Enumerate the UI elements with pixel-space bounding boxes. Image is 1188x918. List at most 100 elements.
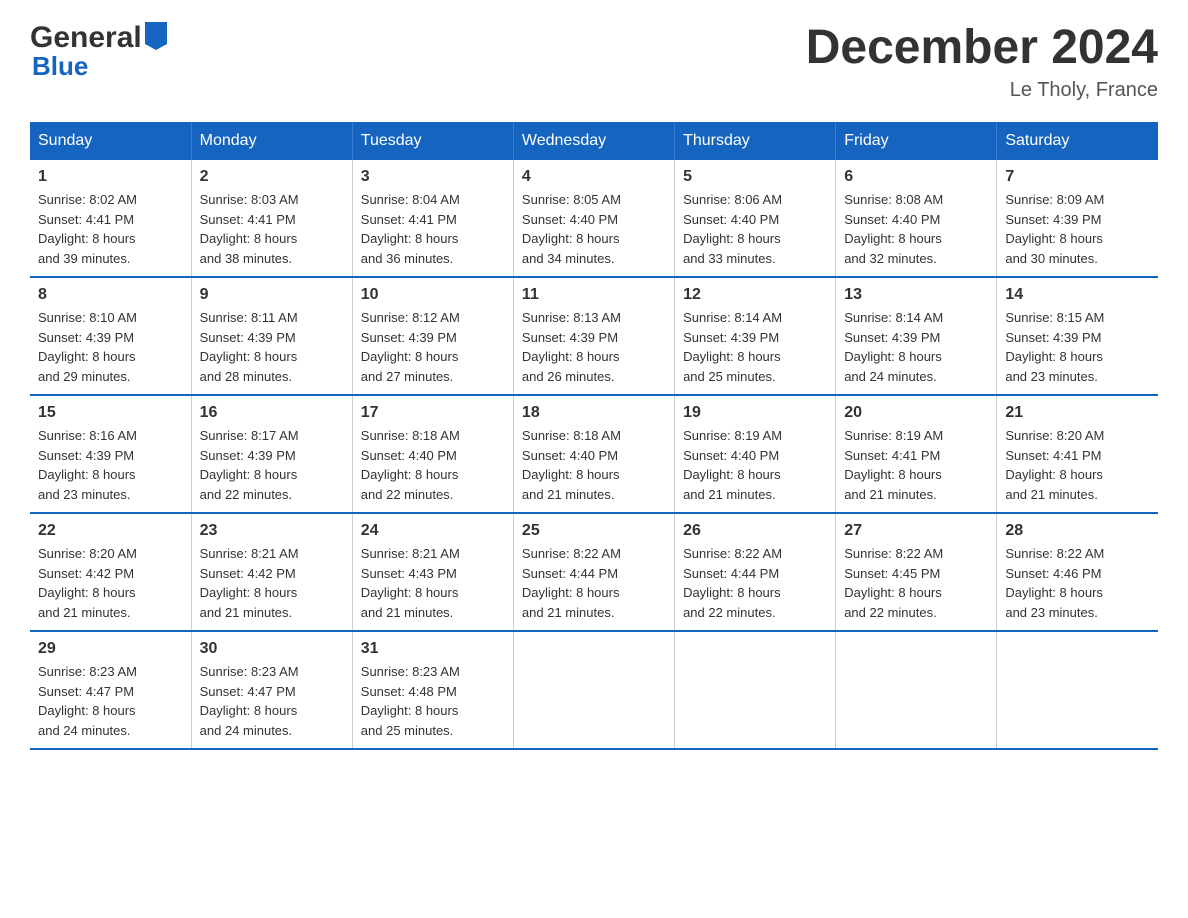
- day-number: 7: [1005, 168, 1150, 186]
- day-info: Sunrise: 8:16 AMSunset: 4:39 PMDaylight:…: [38, 428, 137, 502]
- table-row: 19 Sunrise: 8:19 AMSunset: 4:40 PMDaylig…: [675, 395, 836, 513]
- day-info: Sunrise: 8:15 AMSunset: 4:39 PMDaylight:…: [1005, 310, 1104, 384]
- table-row: 23 Sunrise: 8:21 AMSunset: 4:42 PMDaylig…: [191, 513, 352, 631]
- logo-flag-icon: [145, 22, 167, 55]
- day-info: Sunrise: 8:17 AMSunset: 4:39 PMDaylight:…: [200, 428, 299, 502]
- day-number: 2: [200, 168, 344, 186]
- table-row: 30 Sunrise: 8:23 AMSunset: 4:47 PMDaylig…: [191, 631, 352, 749]
- day-info: Sunrise: 8:19 AMSunset: 4:40 PMDaylight:…: [683, 428, 782, 502]
- day-number: 6: [844, 168, 988, 186]
- col-sunday: Sunday: [30, 122, 191, 160]
- day-info: Sunrise: 8:20 AMSunset: 4:41 PMDaylight:…: [1005, 428, 1104, 502]
- table-row: 4 Sunrise: 8:05 AMSunset: 4:40 PMDayligh…: [513, 160, 674, 277]
- day-number: 4: [522, 168, 666, 186]
- day-number: 10: [361, 286, 505, 304]
- day-info: Sunrise: 8:06 AMSunset: 4:40 PMDaylight:…: [683, 192, 782, 266]
- day-number: 18: [522, 404, 666, 422]
- day-info: Sunrise: 8:08 AMSunset: 4:40 PMDaylight:…: [844, 192, 943, 266]
- day-number: 25: [522, 522, 666, 540]
- day-info: Sunrise: 8:03 AMSunset: 4:41 PMDaylight:…: [200, 192, 299, 266]
- day-info: Sunrise: 8:21 AMSunset: 4:43 PMDaylight:…: [361, 546, 460, 620]
- day-number: 27: [844, 522, 988, 540]
- day-number: 17: [361, 404, 505, 422]
- day-info: Sunrise: 8:12 AMSunset: 4:39 PMDaylight:…: [361, 310, 460, 384]
- col-saturday: Saturday: [997, 122, 1158, 160]
- table-row: 9 Sunrise: 8:11 AMSunset: 4:39 PMDayligh…: [191, 277, 352, 395]
- day-info: Sunrise: 8:20 AMSunset: 4:42 PMDaylight:…: [38, 546, 137, 620]
- day-number: 30: [200, 640, 344, 658]
- day-info: Sunrise: 8:18 AMSunset: 4:40 PMDaylight:…: [361, 428, 460, 502]
- calendar-week-row: 15 Sunrise: 8:16 AMSunset: 4:39 PMDaylig…: [30, 395, 1158, 513]
- day-info: Sunrise: 8:21 AMSunset: 4:42 PMDaylight:…: [200, 546, 299, 620]
- table-row: 25 Sunrise: 8:22 AMSunset: 4:44 PMDaylig…: [513, 513, 674, 631]
- table-row: 3 Sunrise: 8:04 AMSunset: 4:41 PMDayligh…: [352, 160, 513, 277]
- table-row: 11 Sunrise: 8:13 AMSunset: 4:39 PMDaylig…: [513, 277, 674, 395]
- day-number: 3: [361, 168, 505, 186]
- logo-text: General: [30, 20, 167, 55]
- day-info: Sunrise: 8:19 AMSunset: 4:41 PMDaylight:…: [844, 428, 943, 502]
- calendar-week-row: 1 Sunrise: 8:02 AMSunset: 4:41 PMDayligh…: [30, 160, 1158, 277]
- day-number: 31: [361, 640, 505, 658]
- logo-blue-label: Blue: [32, 51, 88, 82]
- day-number: 1: [38, 168, 183, 186]
- table-row: 10 Sunrise: 8:12 AMSunset: 4:39 PMDaylig…: [352, 277, 513, 395]
- table-row: 5 Sunrise: 8:06 AMSunset: 4:40 PMDayligh…: [675, 160, 836, 277]
- table-row: 2 Sunrise: 8:03 AMSunset: 4:41 PMDayligh…: [191, 160, 352, 277]
- col-monday: Monday: [191, 122, 352, 160]
- day-number: 5: [683, 168, 827, 186]
- day-number: 21: [1005, 404, 1150, 422]
- day-info: Sunrise: 8:13 AMSunset: 4:39 PMDaylight:…: [522, 310, 621, 384]
- day-number: 26: [683, 522, 827, 540]
- table-row: 26 Sunrise: 8:22 AMSunset: 4:44 PMDaylig…: [675, 513, 836, 631]
- day-info: Sunrise: 8:09 AMSunset: 4:39 PMDaylight:…: [1005, 192, 1104, 266]
- table-row: [513, 631, 674, 749]
- day-number: 11: [522, 286, 666, 304]
- day-info: Sunrise: 8:23 AMSunset: 4:47 PMDaylight:…: [38, 664, 137, 738]
- day-number: 29: [38, 640, 183, 658]
- col-friday: Friday: [836, 122, 997, 160]
- day-info: Sunrise: 8:05 AMSunset: 4:40 PMDaylight:…: [522, 192, 621, 266]
- col-tuesday: Tuesday: [352, 122, 513, 160]
- table-row: 1 Sunrise: 8:02 AMSunset: 4:41 PMDayligh…: [30, 160, 191, 277]
- table-row: 15 Sunrise: 8:16 AMSunset: 4:39 PMDaylig…: [30, 395, 191, 513]
- table-row: 16 Sunrise: 8:17 AMSunset: 4:39 PMDaylig…: [191, 395, 352, 513]
- day-info: Sunrise: 8:10 AMSunset: 4:39 PMDaylight:…: [38, 310, 137, 384]
- calendar-week-row: 29 Sunrise: 8:23 AMSunset: 4:47 PMDaylig…: [30, 631, 1158, 749]
- day-info: Sunrise: 8:02 AMSunset: 4:41 PMDaylight:…: [38, 192, 137, 266]
- day-number: 9: [200, 286, 344, 304]
- logo: General Blue: [30, 20, 167, 82]
- day-number: 28: [1005, 522, 1150, 540]
- day-info: Sunrise: 8:18 AMSunset: 4:40 PMDaylight:…: [522, 428, 621, 502]
- day-info: Sunrise: 8:23 AMSunset: 4:48 PMDaylight:…: [361, 664, 460, 738]
- day-number: 13: [844, 286, 988, 304]
- day-number: 19: [683, 404, 827, 422]
- page-title: December 2024: [806, 20, 1158, 75]
- calendar-week-row: 8 Sunrise: 8:10 AMSunset: 4:39 PMDayligh…: [30, 277, 1158, 395]
- page-subtitle: Le Tholy, France: [806, 79, 1158, 102]
- table-row: 12 Sunrise: 8:14 AMSunset: 4:39 PMDaylig…: [675, 277, 836, 395]
- day-info: Sunrise: 8:14 AMSunset: 4:39 PMDaylight:…: [683, 310, 782, 384]
- col-thursday: Thursday: [675, 122, 836, 160]
- table-row: 22 Sunrise: 8:20 AMSunset: 4:42 PMDaylig…: [30, 513, 191, 631]
- day-number: 22: [38, 522, 183, 540]
- day-info: Sunrise: 8:22 AMSunset: 4:46 PMDaylight:…: [1005, 546, 1104, 620]
- calendar-table: Sunday Monday Tuesday Wednesday Thursday…: [30, 122, 1158, 750]
- table-row: [675, 631, 836, 749]
- day-number: 16: [200, 404, 344, 422]
- table-row: 8 Sunrise: 8:10 AMSunset: 4:39 PMDayligh…: [30, 277, 191, 395]
- day-info: Sunrise: 8:22 AMSunset: 4:45 PMDaylight:…: [844, 546, 943, 620]
- table-row: 17 Sunrise: 8:18 AMSunset: 4:40 PMDaylig…: [352, 395, 513, 513]
- table-row: 31 Sunrise: 8:23 AMSunset: 4:48 PMDaylig…: [352, 631, 513, 749]
- table-row: 24 Sunrise: 8:21 AMSunset: 4:43 PMDaylig…: [352, 513, 513, 631]
- table-row: [997, 631, 1158, 749]
- table-row: 14 Sunrise: 8:15 AMSunset: 4:39 PMDaylig…: [997, 277, 1158, 395]
- table-row: [836, 631, 997, 749]
- day-number: 14: [1005, 286, 1150, 304]
- day-number: 12: [683, 286, 827, 304]
- calendar-header-row: Sunday Monday Tuesday Wednesday Thursday…: [30, 122, 1158, 160]
- table-row: 27 Sunrise: 8:22 AMSunset: 4:45 PMDaylig…: [836, 513, 997, 631]
- calendar-week-row: 22 Sunrise: 8:20 AMSunset: 4:42 PMDaylig…: [30, 513, 1158, 631]
- day-info: Sunrise: 8:04 AMSunset: 4:41 PMDaylight:…: [361, 192, 460, 266]
- day-number: 15: [38, 404, 183, 422]
- day-info: Sunrise: 8:22 AMSunset: 4:44 PMDaylight:…: [683, 546, 782, 620]
